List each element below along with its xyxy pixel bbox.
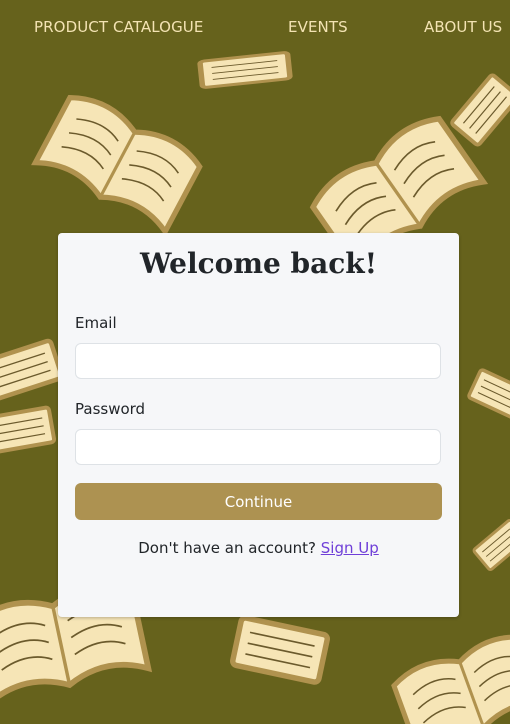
email-label: Email (75, 314, 117, 332)
password-label: Password (75, 400, 146, 418)
nav-link-about-us[interactable]: ABOUT US (424, 18, 502, 36)
nav-link-product-catalogue[interactable]: PRODUCT CATALOGUE (34, 18, 203, 36)
nav-link-events[interactable]: EVENTS (288, 18, 348, 36)
password-field[interactable] (75, 429, 441, 465)
signup-prompt-line: Don't have an account? Sign Up (58, 539, 459, 557)
sign-up-link[interactable]: Sign Up (321, 539, 379, 557)
continue-button[interactable]: Continue (75, 483, 442, 520)
top-navigation: PRODUCT CATALOGUE EVENTS ABOUT US (0, 0, 510, 56)
email-field[interactable] (75, 343, 441, 379)
login-card: Welcome back! Email Password Continue Do… (58, 233, 459, 617)
signup-prompt-text: Don't have an account? (138, 539, 316, 557)
page-title: Welcome back! (140, 247, 377, 280)
